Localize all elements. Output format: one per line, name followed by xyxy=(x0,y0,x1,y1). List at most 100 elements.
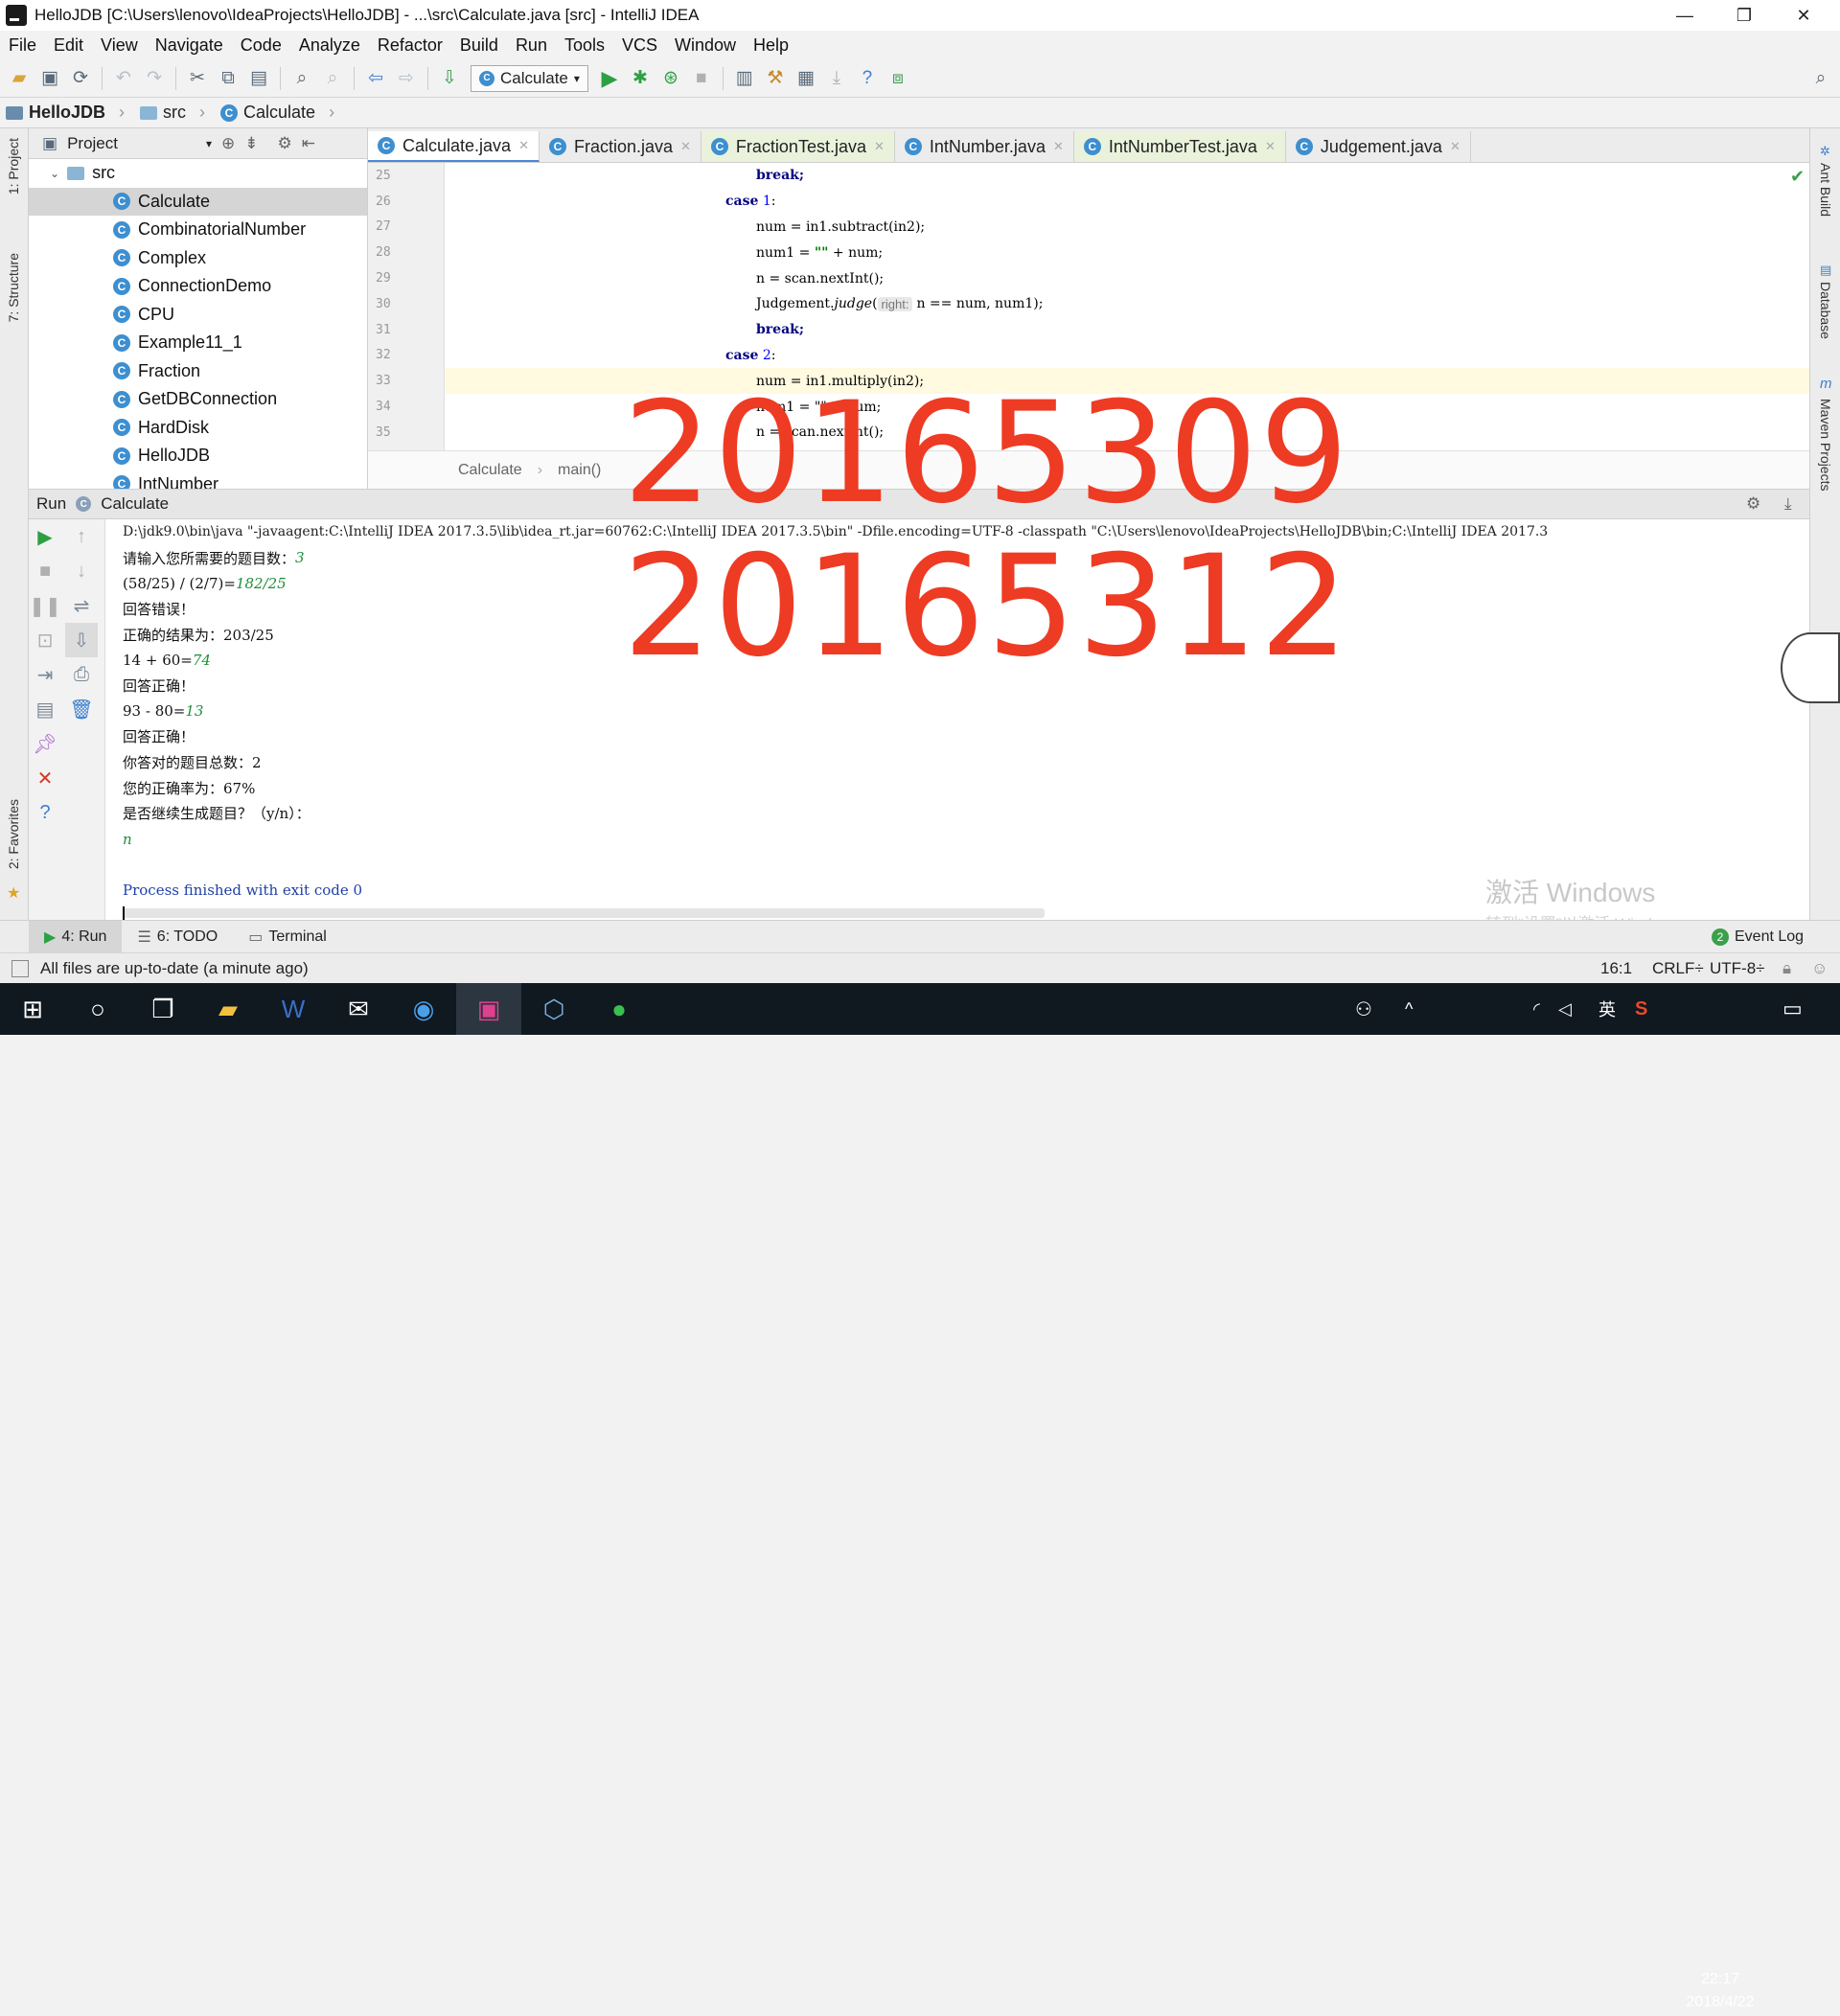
tree-item-hellojdb[interactable]: C HelloJDB xyxy=(29,442,367,470)
close-icon[interactable]: ✕ xyxy=(1053,139,1064,154)
undo-icon[interactable]: ↶ xyxy=(108,63,139,94)
debug-icon[interactable]: ✱ xyxy=(625,63,656,94)
trash-icon[interactable]: 🗑︎ xyxy=(65,692,98,726)
tab-intnumber-test[interactable]: C IntNumberTest.java ✕ xyxy=(1073,131,1286,162)
close-icon[interactable]: ✕ xyxy=(680,139,691,154)
tree-item-harddisk[interactable]: C HardDisk xyxy=(29,414,367,443)
sogou-icon[interactable]: S xyxy=(1635,998,1647,1020)
ime-indicator[interactable]: 英 xyxy=(1598,997,1616,1021)
dump-threads-icon[interactable]: ⊡ xyxy=(29,623,61,657)
open-folder-icon[interactable]: ▰ xyxy=(4,63,34,94)
stop-icon[interactable]: ■ xyxy=(686,63,717,94)
tab-calculate[interactable]: C Calculate.java ✕ xyxy=(368,131,540,162)
paste-icon[interactable]: ▤ xyxy=(243,63,274,94)
status-toggle-icon[interactable] xyxy=(12,959,29,977)
cortana-icon[interactable]: ○ xyxy=(65,983,130,1035)
word-icon[interactable]: W xyxy=(261,983,326,1035)
forward-icon[interactable]: ⇨ xyxy=(391,63,422,94)
tree-item-calculate[interactable]: C Calculate xyxy=(29,187,367,216)
redo-icon[interactable]: ↷ xyxy=(139,63,170,94)
menu-vcs[interactable]: VCS xyxy=(613,35,666,56)
menu-tools[interactable]: Tools xyxy=(556,35,613,56)
close-icon[interactable]: ✕ xyxy=(29,761,61,795)
replace-icon[interactable]: ⌕ xyxy=(317,63,348,94)
help-icon[interactable]: ? xyxy=(29,795,61,830)
tab-fraction-test[interactable]: C FractionTest.java ✕ xyxy=(701,131,895,162)
tree-item-connectiondemo[interactable]: C ConnectionDemo xyxy=(29,272,367,301)
browser-icon[interactable]: ◉ xyxy=(391,983,456,1035)
inspector-icon[interactable]: ☺ xyxy=(1811,959,1828,978)
tree-item-getdbconnection[interactable]: C GetDBConnection xyxy=(29,385,367,414)
system-clock[interactable]: 22:17 2018/4/22 xyxy=(1668,1968,1773,2016)
minimize-button[interactable]: — xyxy=(1656,0,1714,31)
tree-folder-src[interactable]: ⌄ src xyxy=(29,159,367,188)
line-separator[interactable]: CRLF÷ xyxy=(1652,959,1704,978)
hide-panel-icon[interactable]: ⇤ xyxy=(302,134,315,153)
help-icon[interactable]: ? xyxy=(852,63,883,94)
tree-item-cpu[interactable]: C CPU xyxy=(29,301,367,330)
menu-analyze[interactable]: Analyze xyxy=(290,35,369,56)
find-icon[interactable]: ⌕ xyxy=(287,63,317,94)
tool-window-project[interactable]: 1: Project xyxy=(6,138,21,195)
layout-icon[interactable]: ▤ xyxy=(29,692,61,726)
hide-panel-icon[interactable]: ⤓ xyxy=(1784,494,1792,514)
sync-target-icon[interactable]: ⊕ xyxy=(221,134,235,153)
tool-window-structure[interactable]: 7: Structure xyxy=(6,253,21,322)
menu-edit[interactable]: Edit xyxy=(45,35,92,56)
mail-icon[interactable]: ✉ xyxy=(326,983,391,1035)
pause-icon[interactable]: ❚❚ xyxy=(29,588,61,623)
file-encoding[interactable]: UTF-8÷ xyxy=(1710,959,1765,978)
scroll-end-icon[interactable]: ⇩ xyxy=(65,623,98,657)
exit-icon[interactable]: ⇥ xyxy=(29,657,61,692)
gear-icon[interactable]: ⚙ xyxy=(1746,494,1760,514)
stop-icon[interactable]: ■ xyxy=(29,554,61,588)
virtualbox-icon[interactable]: ⬡ xyxy=(521,983,586,1035)
project-structure-icon[interactable]: ▥ xyxy=(729,63,760,94)
tool-window-favorites[interactable]: 2: Favorites xyxy=(6,799,21,869)
tab-judgement[interactable]: C Judgement.java ✕ xyxy=(1286,131,1471,162)
cut-icon[interactable]: ✂ xyxy=(182,63,213,94)
editor-crumb-class[interactable]: Calculate xyxy=(458,462,522,479)
wechat-icon[interactable]: ● xyxy=(586,983,652,1035)
tree-item-complex[interactable]: C Complex xyxy=(29,244,367,273)
tool-window-ant[interactable]: Ant Build xyxy=(1818,163,1833,217)
search-icon[interactable]: ⌕ xyxy=(1806,63,1836,94)
run-config-select[interactable]: C Calculate ▾ xyxy=(471,64,588,92)
maximize-button[interactable]: ❐ xyxy=(1715,0,1773,31)
people-icon[interactable]: ⚇ xyxy=(1355,997,1372,1021)
caret-position[interactable]: 16:1 xyxy=(1600,959,1632,978)
menu-code[interactable]: Code xyxy=(232,35,290,56)
run-icon[interactable]: ▶ xyxy=(594,63,625,94)
tab-fraction[interactable]: C Fraction.java ✕ xyxy=(540,131,702,162)
intellij-taskbar-icon[interactable]: ▣ xyxy=(456,983,521,1035)
run-config-tab[interactable]: Calculate xyxy=(101,494,169,514)
gear-icon[interactable]: ⚙ xyxy=(278,134,292,153)
soft-wrap-icon[interactable]: ⇌ xyxy=(65,588,98,623)
tab-todo[interactable]: ☰ 6: TODO xyxy=(122,928,233,947)
down-arrow-icon[interactable]: ↓ xyxy=(65,554,98,588)
tab-event-log[interactable]: 2 Event Log xyxy=(1696,928,1819,946)
close-icon[interactable]: ✕ xyxy=(874,139,885,154)
rerun-icon[interactable]: ▶ xyxy=(29,519,61,554)
close-button[interactable]: ✕ xyxy=(1775,0,1832,31)
close-icon[interactable]: ✕ xyxy=(1265,139,1276,154)
tool-window-database[interactable]: Database xyxy=(1818,282,1833,339)
download-icon[interactable]: ⤓ xyxy=(821,63,852,94)
menu-help[interactable]: Help xyxy=(745,35,797,56)
horizontal-scrollbar[interactable] xyxy=(123,908,1045,918)
up-arrow-icon[interactable]: ↑ xyxy=(65,519,98,554)
copy-icon[interactable]: ⧉ xyxy=(213,63,243,94)
tab-intnumber[interactable]: C IntNumber.java ✕ xyxy=(895,131,1074,162)
volume-icon[interactable]: ◁ xyxy=(1558,999,1572,1019)
menu-refactor[interactable]: Refactor xyxy=(369,35,451,56)
tool-window-maven[interactable]: Maven Projects xyxy=(1818,399,1833,491)
menu-run[interactable]: Run xyxy=(507,35,556,56)
chevron-down-icon[interactable]: ▾ xyxy=(206,137,212,150)
back-icon[interactable]: ⇦ xyxy=(360,63,391,94)
tree-item-fraction[interactable]: C Fraction xyxy=(29,357,367,386)
breadcrumb-folder[interactable]: src › xyxy=(134,103,215,123)
close-icon[interactable]: ✕ xyxy=(1450,139,1460,154)
tree-item-example11-1[interactable]: C Example11_1 xyxy=(29,329,367,357)
menu-navigate[interactable]: Navigate xyxy=(147,35,232,56)
menu-window[interactable]: Window xyxy=(666,35,745,56)
